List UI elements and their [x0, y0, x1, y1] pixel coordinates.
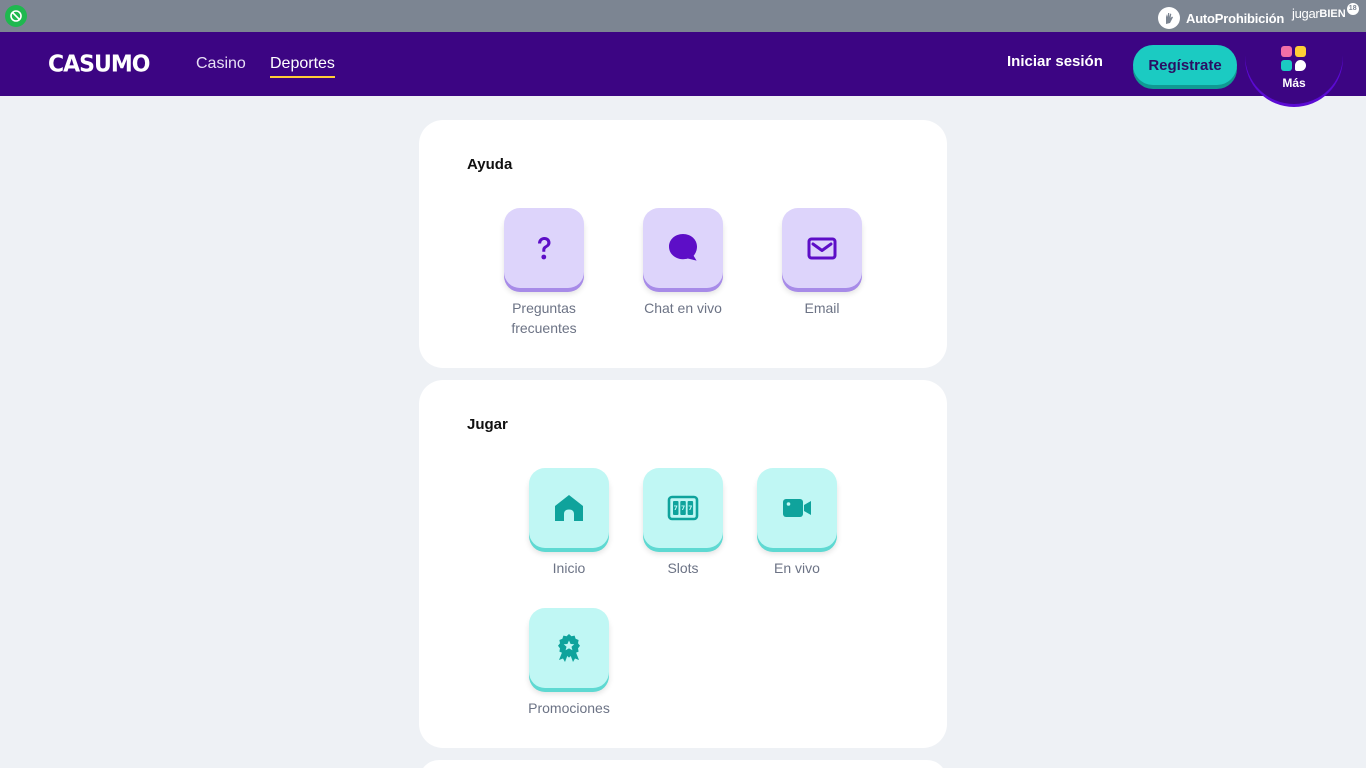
faq-tile[interactable]: Preguntas frecuentes — [484, 208, 604, 338]
home-label: Inicio — [552, 560, 586, 576]
main-header: CASUMO Casino Deportes Iniciar sesión Re… — [0, 32, 1366, 104]
svg-text:7: 7 — [674, 505, 678, 512]
register-button[interactable]: Regístrate — [1133, 45, 1237, 85]
slot-machine-icon: 7 7 7 — [667, 495, 699, 521]
live-label: En vivo — [774, 560, 820, 576]
home-tile[interactable]: Inicio — [509, 468, 629, 578]
age-18-badge: 18 — [1346, 2, 1359, 15]
live-button[interactable] — [757, 468, 837, 548]
play-title: Jugar — [467, 416, 508, 433]
autoprohibicion-label: AutoProhibición — [1186, 10, 1285, 26]
help-section: Ayuda Preguntas frecuentes Chat en vivo … — [419, 120, 947, 368]
promotions-tile[interactable]: Promociones — [509, 608, 629, 718]
hand-icon — [1158, 7, 1180, 29]
more-menu-button[interactable]: Más — [1245, 32, 1343, 104]
slots-tile[interactable]: 7 7 7 Slots — [623, 468, 743, 578]
promotions-button[interactable] — [529, 608, 609, 688]
svg-text:7: 7 — [681, 505, 685, 512]
autoprohibicion-link[interactable]: AutoProhibición — [1158, 7, 1284, 29]
live-chat-tile[interactable]: Chat en vivo — [623, 208, 743, 318]
home-icon — [555, 495, 583, 521]
faq-button[interactable] — [504, 208, 584, 288]
slots-label: Slots — [667, 560, 699, 576]
live-chat-button[interactable] — [643, 208, 723, 288]
next-section-card — [419, 760, 947, 768]
casumo-logo[interactable]: CASUMO — [48, 51, 150, 77]
award-badge-icon — [558, 634, 580, 662]
email-tile[interactable]: Email — [762, 208, 882, 318]
jugarbien-text: jugar — [1292, 6, 1320, 21]
play-section: Jugar Inicio 7 7 7 Slots En vivo Promoci… — [419, 380, 947, 748]
video-camera-icon — [783, 499, 811, 517]
more-label: Más — [1282, 76, 1306, 90]
nav-deportes[interactable]: Deportes — [270, 55, 335, 78]
login-link[interactable]: Iniciar sesión — [1007, 53, 1103, 70]
top-utility-bar: AutoProhibición jugar BIEN 18 — [0, 0, 1366, 32]
faq-label: Preguntas frecuentes — [511, 300, 577, 336]
no-underage-icon[interactable] — [5, 5, 27, 27]
question-icon — [538, 237, 551, 260]
envelope-icon — [807, 237, 837, 260]
slots-button[interactable]: 7 7 7 — [643, 468, 723, 548]
live-chat-label: Chat en vivo — [644, 300, 722, 316]
home-button[interactable] — [529, 468, 609, 548]
live-tile[interactable]: En vivo — [737, 468, 857, 578]
jugarbien-logo[interactable]: jugar BIEN 18 — [1292, 2, 1359, 21]
nav-casino[interactable]: Casino — [196, 55, 246, 73]
email-label: Email — [804, 300, 840, 316]
help-title: Ayuda — [467, 156, 513, 173]
svg-text:7: 7 — [688, 505, 692, 512]
email-button[interactable] — [782, 208, 862, 288]
promotions-label: Promociones — [528, 700, 610, 716]
grid-menu-icon — [1281, 46, 1307, 72]
chat-bubble-icon — [669, 234, 697, 261]
jugarbien-bold-text: BIEN — [1319, 7, 1346, 20]
